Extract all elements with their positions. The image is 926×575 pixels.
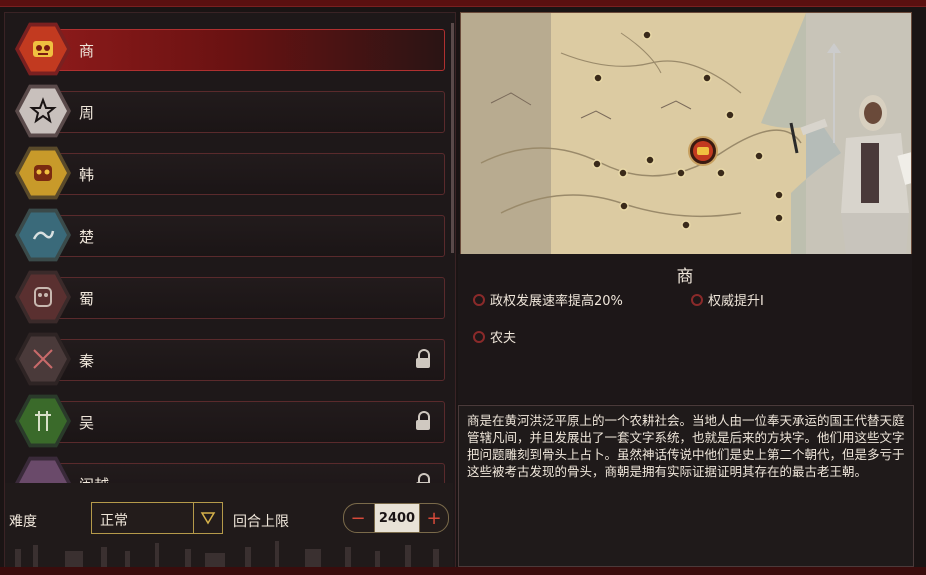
- faction-row-han[interactable]: 韩: [15, 146, 445, 200]
- faction-row-bar: [55, 277, 445, 319]
- faction-row-qin[interactable]: 秦: [15, 332, 445, 386]
- lock-icon: [415, 411, 431, 431]
- top-border: [0, 0, 926, 7]
- faction-row-bar: [55, 339, 445, 381]
- faction-row-bar: [55, 215, 445, 257]
- faction-row-minyue[interactable]: 闽越: [15, 456, 445, 483]
- faction-description: 商是在黄河洪泛平原上的一个农耕社会。当地人由一位奉天承运的国王代替天庭管辖凡间，…: [467, 413, 905, 479]
- difficulty-label: 难度: [9, 514, 37, 530]
- faction-row-bar: [55, 401, 445, 443]
- faction-label: 吴: [79, 414, 95, 432]
- effect-label: 政权发展速率提高20%: [490, 294, 623, 309]
- faction-label: 韩: [79, 166, 95, 184]
- increase-turns-button[interactable]: +: [421, 505, 447, 531]
- faction-label: 商: [79, 42, 95, 60]
- effect-item[interactable]: 政权发展速率提高20%: [473, 290, 623, 309]
- turn-limit-value[interactable]: 2400: [374, 504, 420, 532]
- faction-row-zhou[interactable]: 周: [15, 84, 445, 138]
- shang-capital-icon: [688, 136, 718, 166]
- faction-title: 商: [676, 267, 694, 287]
- faction-row-wu[interactable]: 吴: [15, 394, 445, 448]
- minyue-icon: [19, 460, 67, 483]
- faction-row-shu[interactable]: 蜀: [15, 270, 445, 324]
- effect-item[interactable]: 农夫: [473, 327, 517, 346]
- game-settings-bar: 难度 正常 回合上限 − 2400 +: [5, 483, 453, 567]
- zhou-star-icon: [19, 88, 67, 134]
- effect-bullet-icon: [473, 331, 485, 343]
- faction-row-bar: [55, 91, 445, 133]
- faction-row-bar: [55, 153, 445, 195]
- effect-item[interactable]: 权威提升I: [691, 290, 764, 309]
- faction-row-bar: [55, 29, 445, 71]
- turn-limit-stepper: − 2400 +: [343, 503, 449, 533]
- faction-map-preview: [460, 12, 912, 256]
- effect-label: 农夫: [490, 331, 517, 346]
- lock-icon: [415, 349, 431, 369]
- faction-info-panel: 商 政权发展速率提高20% 权威提升I 农夫: [458, 254, 912, 404]
- faction-row-chu[interactable]: 楚: [15, 208, 445, 262]
- faction-row-shang[interactable]: 商: [15, 22, 445, 76]
- faction-list-scrollbar[interactable]: [451, 23, 454, 253]
- wu-swords-icon: [19, 398, 67, 444]
- han-mask-icon: [19, 150, 67, 196]
- faction-emblem: [15, 456, 71, 483]
- faction-list: 商 周 韩 楚 蜀 秦 吴: [5, 13, 453, 483]
- chu-dragon-icon: [19, 212, 67, 258]
- faction-label: 蜀: [79, 290, 95, 308]
- decrease-turns-button[interactable]: −: [345, 505, 371, 531]
- chevron-down-icon[interactable]: [193, 503, 222, 533]
- faction-label: 秦: [79, 352, 95, 370]
- faction-selection-panel: 商 周 韩 楚 蜀 秦 吴 难度 正常 回合上限 − 2400 +: [4, 12, 456, 569]
- faction-label: 周: [79, 104, 95, 122]
- effect-label: 权威提升I: [708, 294, 764, 309]
- warrior-silhouettes: [15, 541, 439, 567]
- shang-mask-icon: [19, 26, 67, 72]
- faction-label: 闽越: [79, 474, 109, 483]
- qin-spears-icon: [19, 336, 67, 382]
- faction-row-bar: [55, 463, 445, 483]
- lock-icon: [415, 473, 431, 483]
- bottom-border: [0, 567, 926, 575]
- map-image: [461, 13, 911, 255]
- difficulty-dropdown[interactable]: 正常: [91, 502, 223, 534]
- effect-bullet-icon: [691, 294, 703, 306]
- effect-bullet-icon: [473, 294, 485, 306]
- difficulty-value: 正常: [100, 513, 128, 529]
- turn-limit-label: 回合上限: [233, 514, 289, 530]
- shu-mask-icon: [19, 274, 67, 320]
- faction-description-panel: 商是在黄河洪泛平原上的一个农耕社会。当地人由一位奉天承运的国王代替天庭管辖凡间，…: [458, 405, 914, 567]
- faction-label: 楚: [79, 228, 95, 246]
